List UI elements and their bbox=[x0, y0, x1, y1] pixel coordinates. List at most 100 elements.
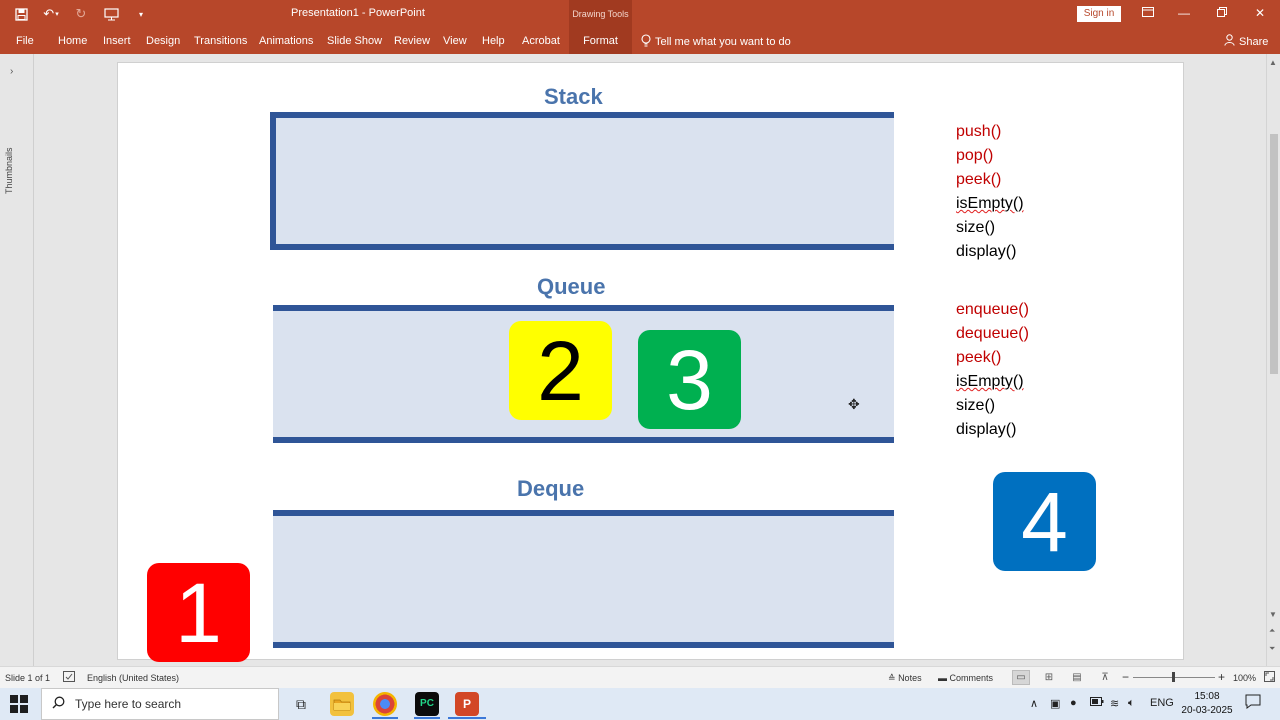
queue-bottom-border bbox=[273, 437, 894, 443]
deque-title[interactable]: Deque bbox=[517, 476, 584, 502]
scroll-down-icon[interactable]: ▼ bbox=[1269, 610, 1277, 619]
tab-slide-show[interactable]: Slide Show bbox=[327, 35, 382, 47]
next-slide-icon[interactable]: ⏷ bbox=[1269, 644, 1275, 654]
queue-method-dequeue[interactable]: dequeue() bbox=[956, 322, 1029, 346]
previous-slide-icon[interactable]: ⏶ bbox=[1269, 626, 1275, 636]
search-placeholder: Type here to search bbox=[75, 697, 182, 711]
tile-4[interactable]: 4 bbox=[993, 472, 1096, 571]
reading-view-icon[interactable]: ▤ bbox=[1068, 670, 1086, 685]
start-from-beginning-icon[interactable] bbox=[100, 4, 122, 24]
queue-method-display[interactable]: display() bbox=[956, 418, 1016, 442]
zoom-slider-handle[interactable] bbox=[1172, 672, 1175, 682]
show-hidden-icons[interactable]: ∧ bbox=[1030, 697, 1038, 710]
taskbar-search-box[interactable]: Type here to search bbox=[41, 688, 279, 720]
tile-2[interactable]: 2 bbox=[509, 321, 612, 420]
tile-1[interactable]: 1 bbox=[147, 563, 250, 662]
share-label: Share bbox=[1239, 35, 1269, 48]
language-indicator[interactable]: English (United States) bbox=[87, 673, 179, 683]
tab-design[interactable]: Design bbox=[146, 35, 180, 47]
scroll-up-icon[interactable]: ▲ bbox=[1269, 58, 1277, 67]
zoom-in-icon[interactable]: + bbox=[1218, 670, 1225, 684]
comment-icon: ▬ bbox=[938, 673, 947, 683]
stack-top-border bbox=[270, 112, 894, 118]
queue-title[interactable]: Queue bbox=[537, 274, 605, 300]
file-explorer-icon[interactable] bbox=[330, 692, 354, 716]
queue-method-isempty[interactable]: isEmpty() bbox=[956, 370, 1024, 394]
stack-method-display[interactable]: display() bbox=[956, 240, 1016, 264]
windows-taskbar: Type here to search ⧉ PC P ∧ ▣ ● ≋ 🔈︎ EN… bbox=[0, 688, 1280, 720]
stack-method-peek[interactable]: peek() bbox=[956, 168, 1001, 192]
input-language[interactable]: ENG bbox=[1150, 697, 1174, 709]
thumbnails-label: Thumbnails bbox=[4, 147, 14, 194]
tab-review[interactable]: Review bbox=[394, 35, 430, 47]
tab-view[interactable]: View bbox=[443, 35, 467, 47]
windows-start-icon[interactable] bbox=[10, 695, 28, 713]
tab-file[interactable]: File bbox=[16, 35, 34, 47]
powerpoint-taskbar-icon[interactable]: P bbox=[455, 692, 479, 716]
tab-home[interactable]: Home bbox=[58, 35, 87, 47]
wifi-icon[interactable]: ≋ bbox=[1110, 697, 1119, 710]
fit-to-window-icon[interactable] bbox=[1264, 671, 1275, 684]
stack-method-size[interactable]: size() bbox=[956, 216, 995, 240]
tab-help[interactable]: Help bbox=[482, 35, 505, 47]
expand-thumbnails-icon[interactable]: › bbox=[10, 66, 13, 77]
chrome-icon[interactable] bbox=[373, 692, 397, 716]
taskbar-clock[interactable]: 15:08 20-03-2025 bbox=[1178, 690, 1236, 718]
stack-method-isempty[interactable]: isEmpty() bbox=[956, 192, 1024, 216]
tab-animations[interactable]: Animations bbox=[259, 35, 313, 47]
clock-time: 15:08 bbox=[1194, 691, 1220, 702]
redo-icon[interactable]: ↻ bbox=[70, 4, 92, 24]
slide-sorter-view-icon[interactable]: ⊞ bbox=[1040, 670, 1058, 685]
tile-3[interactable]: 3 bbox=[638, 330, 741, 429]
notes-button[interactable]: ≙ Notes bbox=[888, 673, 922, 684]
thumbnails-pane[interactable]: › Thumbnails bbox=[0, 54, 34, 666]
meet-now-icon[interactable]: ▣ bbox=[1050, 697, 1060, 710]
task-view-icon[interactable]: ⧉ bbox=[289, 692, 313, 716]
normal-view-icon[interactable]: ▭ bbox=[1012, 670, 1030, 685]
notification-center-icon[interactable] bbox=[1245, 694, 1261, 712]
stack-method-pop[interactable]: pop() bbox=[956, 144, 993, 168]
tab-format[interactable]: Format bbox=[569, 28, 632, 54]
spelling-check-icon[interactable] bbox=[63, 671, 75, 684]
volume-icon[interactable]: 🔈︎ bbox=[1128, 697, 1135, 710]
tab-insert[interactable]: Insert bbox=[103, 35, 131, 47]
battery-icon[interactable] bbox=[1090, 697, 1104, 709]
slide-counter[interactable]: Slide 1 of 1 bbox=[5, 673, 50, 683]
person-icon bbox=[1224, 34, 1235, 49]
zoom-out-icon[interactable]: − bbox=[1122, 670, 1129, 684]
share-button[interactable]: Share bbox=[1224, 34, 1268, 49]
microphone-icon[interactable]: ● bbox=[1070, 697, 1077, 709]
tab-transitions[interactable]: Transitions bbox=[194, 35, 247, 47]
vertical-scrollbar[interactable]: ▲ ▼ ⏶ ⏷ bbox=[1266, 54, 1280, 666]
queue-method-size[interactable]: size() bbox=[956, 394, 995, 418]
quick-access-toolbar: ↶ ▾ ↻ ▾ bbox=[10, 4, 152, 24]
tab-acrobat[interactable]: Acrobat bbox=[522, 35, 560, 47]
drawing-tools-header: Drawing Tools bbox=[569, 0, 632, 28]
window-title: Presentation1 - PowerPoint bbox=[291, 7, 425, 19]
scrollbar-thumb[interactable] bbox=[1270, 134, 1278, 374]
tell-me-search[interactable]: Tell me what you want to do bbox=[641, 34, 791, 50]
customize-qat-icon[interactable]: ▾ bbox=[130, 4, 152, 24]
search-icon bbox=[52, 696, 65, 712]
restore-icon[interactable] bbox=[1210, 3, 1234, 23]
zoom-level[interactable]: 100% bbox=[1233, 673, 1256, 683]
queue-method-peek[interactable]: peek() bbox=[956, 346, 1001, 370]
ribbon-display-options-icon[interactable] bbox=[1136, 3, 1160, 23]
pycharm-icon[interactable]: PC bbox=[415, 692, 439, 716]
deque-container[interactable] bbox=[273, 510, 894, 648]
queue-top-border bbox=[273, 305, 894, 311]
slide-show-view-icon[interactable]: ⊼ bbox=[1096, 670, 1114, 685]
comments-button[interactable]: ▬ Comments bbox=[938, 673, 993, 683]
lightbulb-icon bbox=[641, 34, 651, 50]
stack-method-push[interactable]: push() bbox=[956, 120, 1001, 144]
deque-top-border bbox=[273, 510, 894, 516]
save-icon[interactable] bbox=[10, 4, 32, 24]
queue-method-enqueue[interactable]: enqueue() bbox=[956, 298, 1029, 322]
notes-label: Notes bbox=[898, 673, 922, 683]
close-icon[interactable]: ✕ bbox=[1248, 3, 1272, 23]
stack-container[interactable] bbox=[270, 112, 894, 250]
stack-title[interactable]: Stack bbox=[544, 84, 603, 110]
sign-in-button[interactable]: Sign in bbox=[1077, 6, 1121, 22]
undo-icon[interactable]: ↶ ▾ bbox=[40, 4, 62, 24]
minimize-icon[interactable]: — bbox=[1172, 3, 1196, 23]
